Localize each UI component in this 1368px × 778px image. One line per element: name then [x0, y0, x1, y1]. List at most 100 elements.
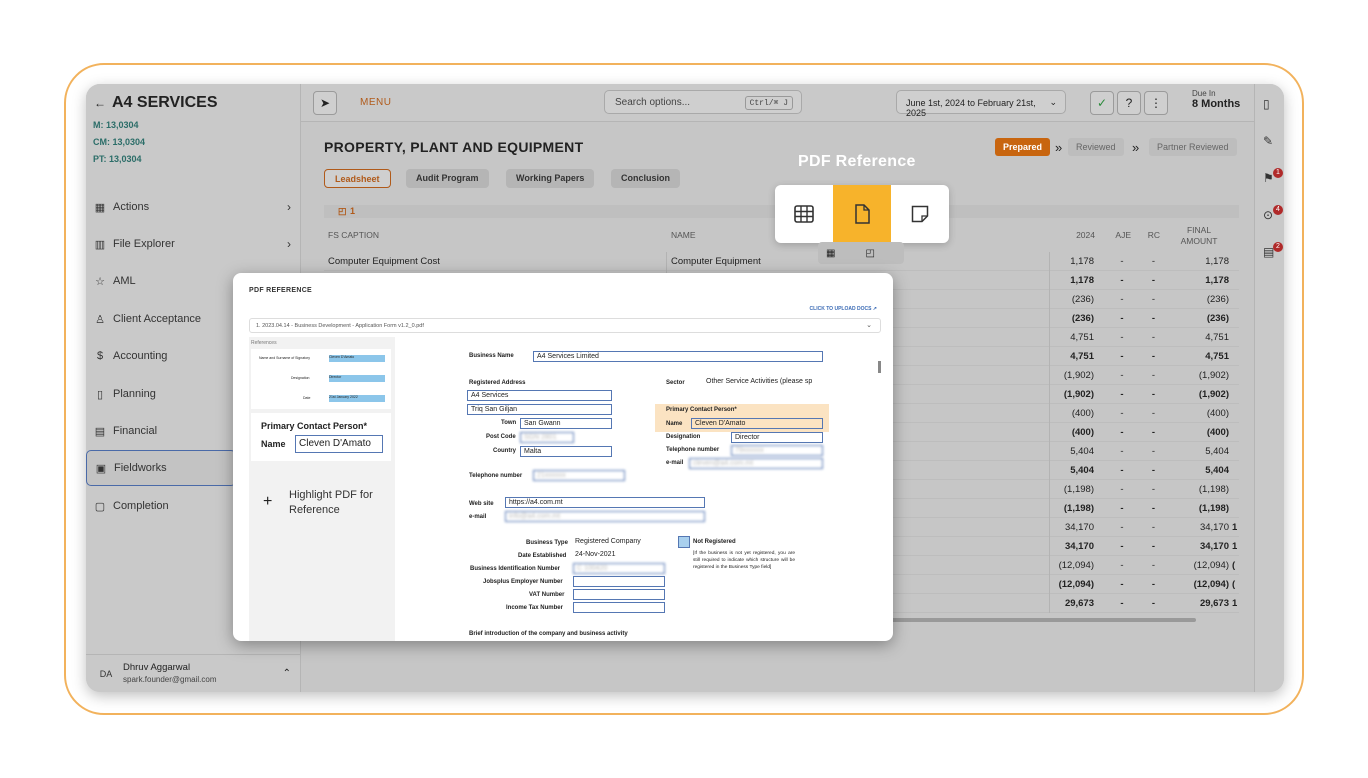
file-select[interactable]: 1. 2023.04.14 - Business Development - A… — [249, 318, 881, 333]
ref-value: Cleven D'Amato — [329, 355, 385, 362]
sidebar-item-fieldworks[interactable]: ▣ Fieldworks — [86, 450, 236, 486]
fieldworks-icon: ▣ — [95, 462, 107, 475]
row-rc: - — [1151, 275, 1156, 286]
row-aje: - — [1120, 541, 1124, 552]
dollar-icon: $ — [96, 350, 104, 362]
back-arrow-icon[interactable]: ← — [94, 96, 106, 110]
review-icon[interactable]: ⊙ — [1263, 208, 1273, 222]
table-icon[interactable]: ▦ — [826, 248, 835, 259]
row-aje: - — [1120, 446, 1124, 457]
row-final: 4,751 — [1205, 332, 1229, 343]
company-header[interactable]: ← A4 SERVICES — [94, 94, 218, 112]
doc-website: https://a4.com.mt — [505, 497, 705, 508]
note-icon[interactable]: ◰ — [865, 248, 874, 259]
review-badge: 4 — [1273, 205, 1283, 215]
column-divider — [1049, 556, 1050, 575]
sidebar-item-label: Financial — [113, 425, 158, 437]
row-final: (12,094) — [1193, 579, 1229, 590]
row-final: (236) — [1206, 313, 1229, 324]
menu-button[interactable]: MENU — [360, 97, 391, 108]
upload-docs-link[interactable]: CLICK TO UPLOAD DOCS ↗ — [810, 306, 877, 312]
notes-badge: 2 — [1273, 242, 1283, 252]
doc-label: Telephone number — [666, 447, 720, 453]
row-rc: - — [1151, 294, 1156, 305]
sidebar-item-label: Actions — [113, 201, 150, 213]
date-range-select[interactable]: June 1st, 2024 to February 21st, 2025 ⌄ — [896, 90, 1066, 118]
note-icon[interactable]: ◰ — [338, 206, 347, 217]
upload-docs-label: CLICK TO UPLOAD DOCS — [809, 306, 872, 312]
double-chevron-icon: » — [1055, 140, 1063, 155]
row-rc: - — [1151, 389, 1156, 400]
column-divider — [1049, 423, 1050, 442]
pdf-reference-label: PDF Reference — [798, 153, 916, 170]
table-reference-button[interactable] — [775, 185, 833, 243]
tab-conclusion[interactable]: Conclusion — [611, 169, 680, 188]
user-menu[interactable]: DA Dhruv Aggarwal spark.founder@gmail.co… — [86, 654, 301, 692]
row-aje: - — [1120, 389, 1124, 400]
chevron-updown-icon[interactable]: ⌃ — [283, 668, 291, 679]
table-scrollbar[interactable] — [891, 618, 1196, 622]
row-final: (400) — [1206, 408, 1229, 419]
row-action-buttons: ▦ ◰ — [818, 242, 904, 264]
doc-label: Registered Address — [469, 380, 526, 386]
search-input[interactable]: Search options... Ctrl/⌘ J — [604, 90, 802, 114]
document-icon — [855, 204, 870, 224]
column-divider — [1049, 328, 1050, 347]
row-aje: - — [1120, 427, 1124, 438]
edit-icon[interactable]: ✎ — [1263, 134, 1273, 148]
row-rc: - — [1151, 522, 1156, 533]
column-divider — [1049, 366, 1050, 385]
pdf-reference-button[interactable] — [833, 185, 891, 243]
more-button[interactable]: ⋮ — [1144, 91, 1168, 115]
tab-working-papers[interactable]: Working Papers — [506, 169, 595, 188]
sidebar-item-file-explorer[interactable]: ▥ File Explorer › — [86, 226, 301, 262]
ref-label: Name and Surname of Signatory — [259, 356, 310, 360]
table-row[interactable]: Computer Equipment Cost Computer Equipmen… — [324, 252, 1239, 271]
highlight-name-label: Name — [261, 439, 286, 449]
row-value-2024: (12,094) — [1058, 560, 1094, 571]
chevron-down-icon: ⌄ — [1049, 97, 1057, 107]
row-rc: - — [1151, 351, 1156, 362]
status-prepared[interactable]: Prepared — [995, 138, 1051, 156]
tab-audit-program[interactable]: Audit Program — [406, 169, 489, 188]
highlight-pdf-button[interactable]: Highlight PDF for Reference — [289, 488, 379, 518]
doc-label: Sector — [666, 380, 685, 386]
row-rc: - — [1151, 332, 1156, 343]
check-button[interactable]: ✓ — [1090, 91, 1114, 115]
doc-address2: Triq San Giljan — [467, 404, 612, 415]
col-2024: 2024 — [1076, 230, 1095, 240]
sidebar-item-actions[interactable]: ▦ Actions › — [86, 189, 301, 225]
row-aje: - — [1120, 408, 1124, 419]
column-divider — [1049, 480, 1050, 499]
help-button[interactable]: ? — [1117, 91, 1141, 115]
pdf-scrollbar[interactable] — [878, 361, 881, 373]
col-aje: AJE — [1115, 230, 1131, 240]
column-divider — [1049, 499, 1050, 518]
row-value-2024: (236) — [1071, 294, 1094, 305]
reference-thumbnail[interactable]: Name and Surname of Signatory Cleven D'A… — [251, 349, 391, 409]
col-fs-caption: FS CAPTION — [328, 230, 380, 240]
document-icon: ▢ — [94, 500, 106, 513]
search-shortcut: Ctrl/⌘ J — [744, 96, 793, 110]
sidebar-item-label: Fieldworks — [114, 462, 167, 474]
row-rc: - — [1151, 446, 1156, 457]
doc-address1: A4 Services — [467, 390, 612, 401]
doc-email: cleven@a4.com.mt — [689, 458, 823, 469]
reference-highlight-card[interactable]: Primary Contact Person* Name Cleven D'Am… — [251, 413, 391, 461]
row-final: 1,178 — [1205, 256, 1229, 267]
map-icon[interactable]: ▯ — [1263, 97, 1270, 111]
status-partner-reviewed[interactable]: Partner Reviewed — [1149, 138, 1237, 156]
plus-icon[interactable]: + — [263, 493, 272, 511]
search-placeholder: Search options... — [615, 97, 691, 108]
navigate-button[interactable]: ➤ — [313, 91, 337, 115]
doc-tax-field — [573, 602, 665, 613]
note-reference-button[interactable] — [891, 185, 949, 243]
row-final: 34,170 — [1199, 541, 1229, 552]
doc-sector: Other Service Activities (please sp — [706, 378, 813, 385]
tab-leadsheet[interactable]: Leadsheet — [324, 169, 391, 188]
row-rc: - — [1151, 560, 1156, 571]
row-rc: - — [1151, 484, 1156, 495]
status-reviewed[interactable]: Reviewed — [1068, 138, 1124, 156]
col-name: NAME — [671, 230, 696, 240]
pdf-document-view[interactable]: Business Name A4 Services Limited Regist… — [401, 337, 877, 641]
